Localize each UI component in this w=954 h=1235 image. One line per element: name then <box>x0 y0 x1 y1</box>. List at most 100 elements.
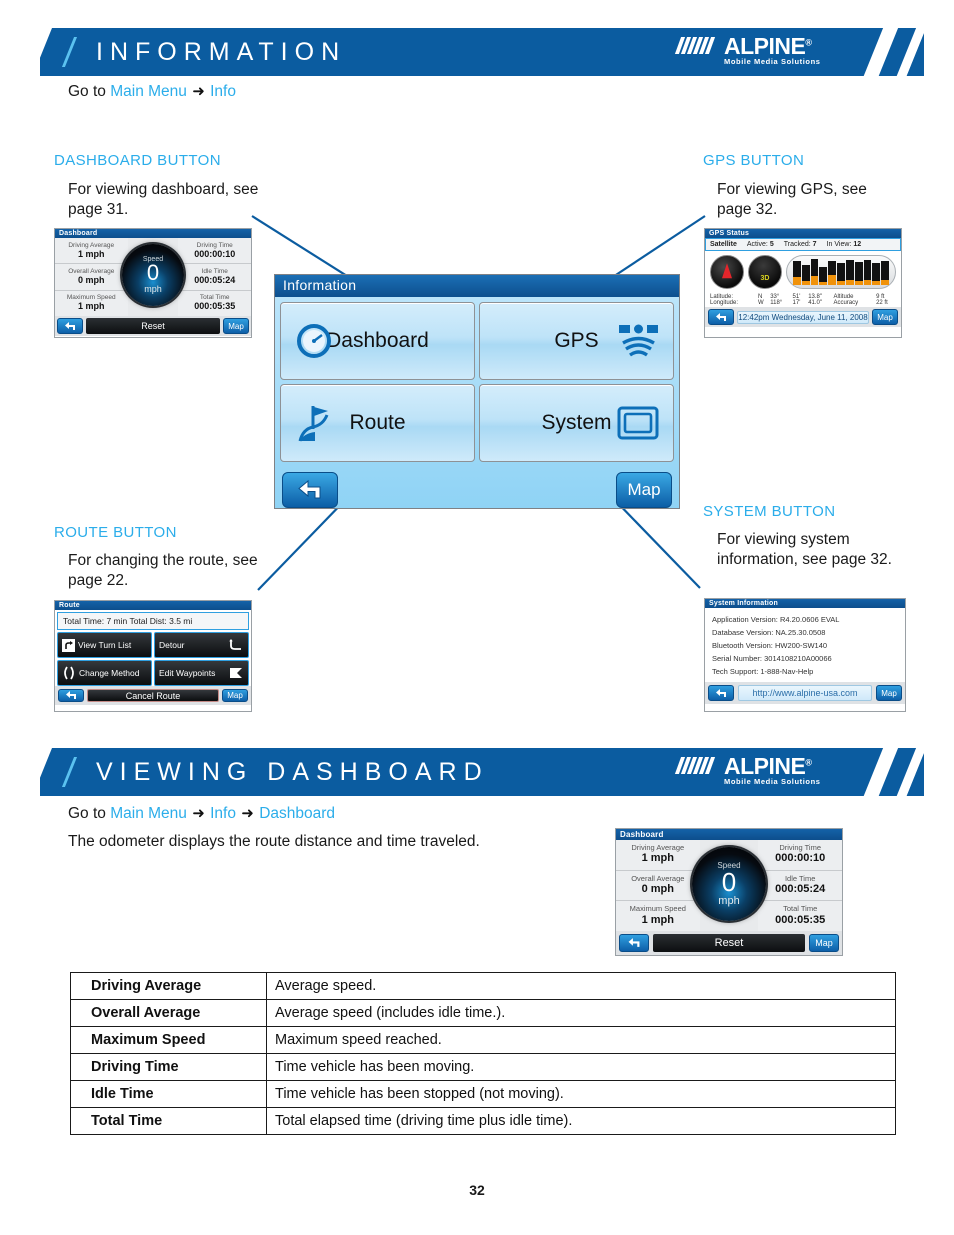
back-button[interactable] <box>57 318 83 334</box>
detour-icon <box>229 639 241 650</box>
back-arrow-icon <box>716 312 726 321</box>
back-arrow-icon <box>628 938 640 947</box>
info-button-gps[interactable]: GPS <box>479 302 674 380</box>
route-button-edit-waypoints[interactable]: Edit Waypoints <box>154 660 249 686</box>
callout-body-dashboard: For viewing dashboard, see page 31. <box>68 181 259 218</box>
map-button[interactable]: Map <box>809 934 839 952</box>
dashboard-metric-overall-average: Overall Average 0 mph <box>55 264 128 291</box>
table-cell-key: Driving Average <box>70 972 267 1000</box>
info-button-dashboard[interactable]: Dashboard <box>280 302 475 380</box>
back-button[interactable] <box>619 934 649 952</box>
back-button[interactable] <box>58 689 84 702</box>
metric-label: Driving Average <box>68 241 115 249</box>
table-row: Driving Average Average speed. <box>70 972 896 1000</box>
table-row: Overall Average Average speed (includes … <box>70 999 896 1027</box>
viewing-dashboard-intro: The odometer displays the route distance… <box>68 833 480 850</box>
breadcrumb-prefix: Go to <box>68 83 106 100</box>
satellite-icon <box>617 321 661 361</box>
breadcrumb-link-main-menu[interactable]: Main Menu <box>110 83 187 100</box>
metric-value: 0 mph <box>78 275 105 286</box>
back-arrow-icon <box>65 321 75 330</box>
cancel-route-button[interactable]: Cancel Route <box>87 689 219 702</box>
metric-value: 000:05:24 <box>775 883 826 896</box>
metric-value: 1 mph <box>78 301 105 312</box>
system-footer: http://www.alpine-usa.com Map <box>705 682 905 704</box>
info-button-label: Dashboard <box>326 329 429 352</box>
banner-left-notch <box>40 28 52 76</box>
route-button-label: Detour <box>159 640 185 650</box>
breadcrumb-information: Go to Main Menu ➜ Info <box>68 82 236 101</box>
metric-label: Driving Time <box>779 843 822 853</box>
breadcrumb-link-dashboard[interactable]: Dashboard <box>259 805 335 822</box>
table-cell-key: Overall Average <box>70 999 267 1027</box>
metric-value: 000:05:35 <box>194 301 236 312</box>
table-cell-description: Time vehicle has been stopped (not movin… <box>266 1080 896 1108</box>
map-button[interactable]: Map <box>223 318 249 334</box>
reset-button[interactable]: Reset <box>86 318 220 334</box>
dashboard-metrics-table: Driving Average Average speed. Overall A… <box>70 972 896 1135</box>
route-button-change-method[interactable]: Change Method <box>57 660 152 686</box>
metric-value: 000:05:24 <box>194 275 236 286</box>
map-button[interactable]: Map <box>876 685 902 701</box>
breadcrumb-link-info[interactable]: Info <box>210 83 236 100</box>
metric-value: 1 mph <box>641 852 674 865</box>
breadcrumb-link-info[interactable]: Info <box>210 805 236 822</box>
back-arrow-icon <box>298 479 321 499</box>
speed-gauge: Speed 0 mph <box>692 846 766 921</box>
metric-value: 1 mph <box>78 248 105 259</box>
system-screen-title: System Information <box>705 599 905 608</box>
info-button-system[interactable]: System <box>479 384 674 462</box>
information-menu-screen: Information Dashboard GPS Route System M… <box>274 274 680 509</box>
callout-title-dashboard: DASHBOARD BUTTON <box>54 152 221 169</box>
gps-active: Active: 5 <box>746 241 774 248</box>
callout-title-gps: GPS BUTTON <box>703 152 805 169</box>
table-cell-key: Idle Time <box>70 1080 267 1108</box>
dashboard-metric-total-time: Total Time 000:05:35 <box>178 290 251 316</box>
dashboard-metric-overall-average: Overall Average 0 mph <box>616 870 700 902</box>
map-button[interactable]: Map <box>616 472 672 508</box>
alpine-logo: ALPINE® Mobile Media Solutions <box>674 33 838 69</box>
system-line-application-version: Application Version: R4.20.0606 EVAL <box>712 615 840 624</box>
metric-label: Driving Average <box>631 843 685 853</box>
gps-screenshot: GPS Status Satellite Active: 5 Tracked: … <box>704 228 902 338</box>
map-button[interactable]: Map <box>872 309 898 325</box>
dashboard-screen-body: Driving Average 1 mph Overall Average 0 … <box>616 840 842 932</box>
alpine-website-url[interactable]: http://www.alpine-usa.com <box>738 685 872 701</box>
table-cell-key: Total Time <box>70 1107 267 1135</box>
dashboard-screenshot-top: Dashboard Driving Average 1 mph Overall … <box>54 228 252 338</box>
info-button-route[interactable]: Route <box>280 384 475 462</box>
route-button-view-turn-list[interactable]: View Turn List <box>57 632 152 658</box>
dashboard-metric-idle-time: Idle Time 000:05:24 <box>178 264 251 291</box>
route-button-detour[interactable]: Detour <box>154 632 249 658</box>
alpine-logo: ALPINE® Mobile Media Solutions <box>674 753 838 789</box>
back-button[interactable] <box>708 685 734 701</box>
banner-slash-accent <box>61 37 78 67</box>
metric-label: Driving Time <box>196 241 233 249</box>
dashboard-metric-driving-average: Driving Average 1 mph <box>55 238 128 265</box>
satellite-signal-bars <box>786 255 896 289</box>
dashboard-metric-maximum-speed: Maximum Speed 1 mph <box>616 901 700 932</box>
table-cell-description: Maximum speed reached. <box>266 1026 896 1054</box>
table-row: Idle Time Time vehicle has been stopped … <box>70 1080 896 1108</box>
back-button[interactable] <box>282 472 338 508</box>
gps-satellite-label: Satellite <box>710 241 737 248</box>
route-footer: Cancel Route Map <box>55 686 251 705</box>
gps-inview: In View: 12 <box>826 241 862 248</box>
logo-stripes-icon <box>674 37 716 54</box>
dashboard-metric-driving-time: Driving Time 000:00:10 <box>758 840 842 871</box>
map-button[interactable]: Map <box>222 689 248 702</box>
metric-label: Overall Average <box>631 873 685 883</box>
callout-body-gps: For viewing GPS, see page 32. <box>717 181 867 218</box>
section-header-information: INFORMATION ALPINE® Mobile Media Solutio… <box>40 28 924 76</box>
breadcrumb-arrow-icon: ➜ <box>192 805 205 822</box>
breadcrumb-arrow-icon: ➜ <box>241 805 254 822</box>
metric-label: Idle Time <box>201 268 228 276</box>
information-footer: Map <box>275 467 679 513</box>
metric-label: Total Time <box>783 904 818 914</box>
reset-button[interactable]: Reset <box>653 934 805 952</box>
system-info-list: Application Version: R4.20.0606 EVAL Dat… <box>705 608 905 682</box>
back-button[interactable] <box>708 309 734 325</box>
metric-value: 000:00:10 <box>775 852 826 865</box>
dashboard-right-column: Driving Time 000:00:10 Idle Time 000:05:… <box>758 840 842 932</box>
breadcrumb-link-main-menu[interactable]: Main Menu <box>110 805 187 822</box>
